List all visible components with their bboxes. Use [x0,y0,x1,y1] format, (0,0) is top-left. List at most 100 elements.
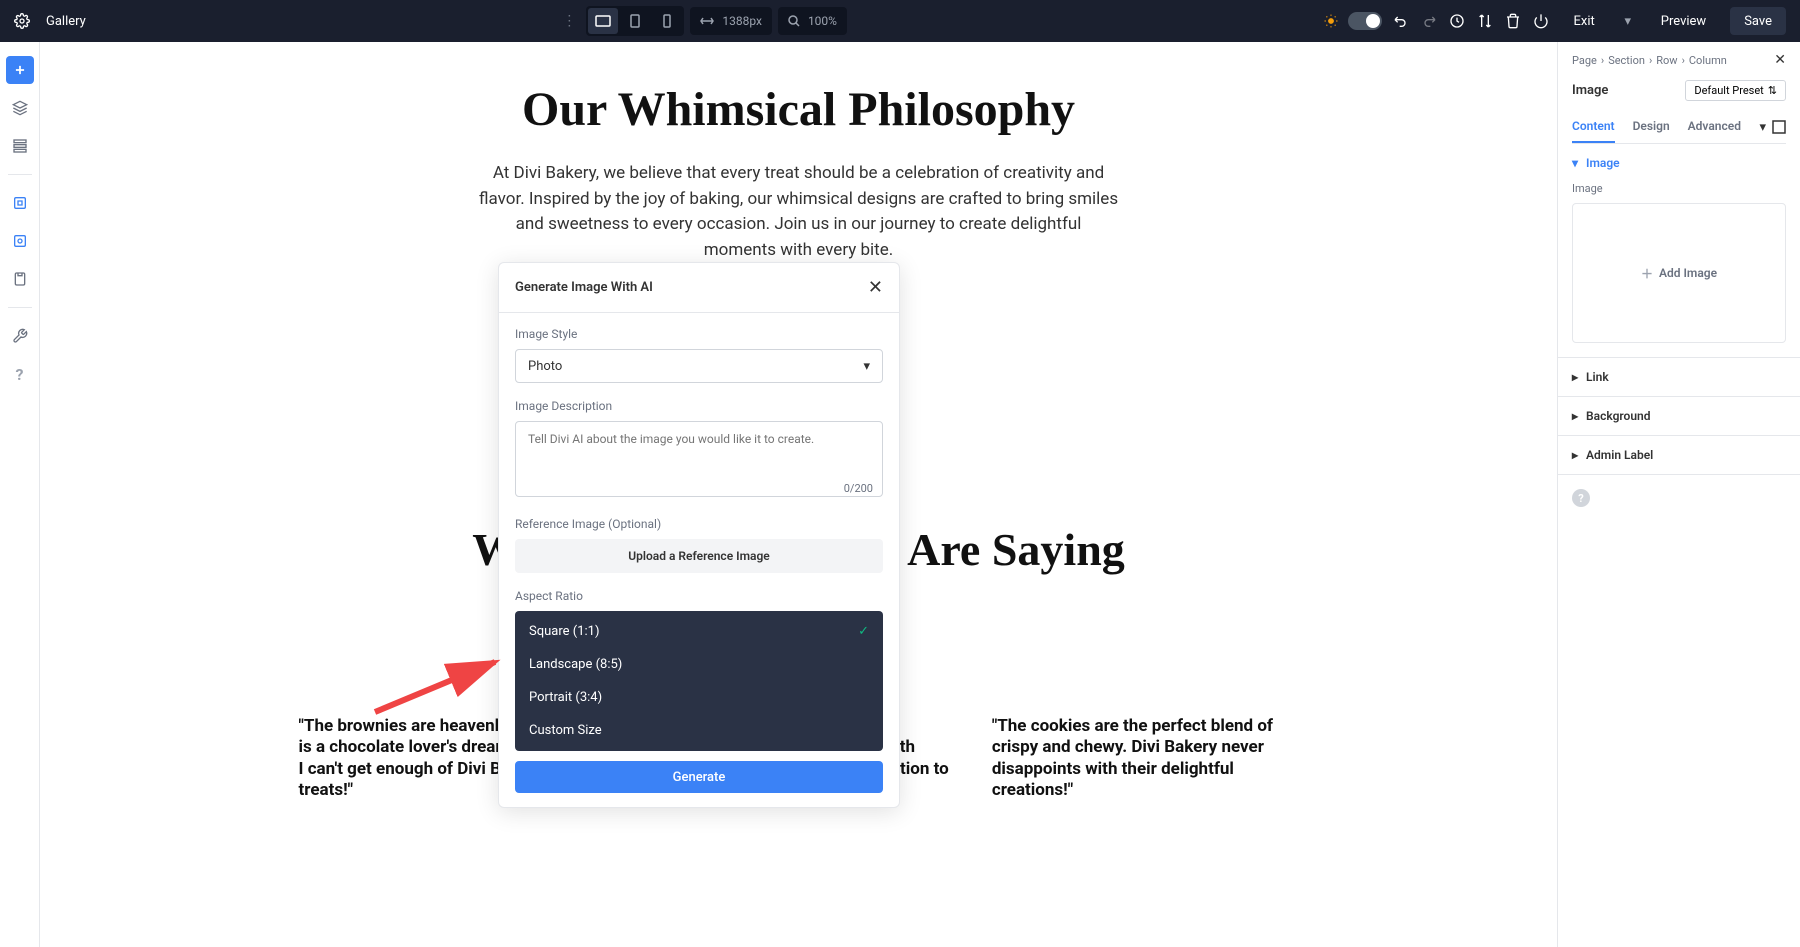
tab-advanced[interactable]: Advanced [1688,111,1741,143]
accordion-image-header[interactable]: ▾ Image [1558,144,1800,182]
panel-header-row: Image Default Preset ⇅ [1572,80,1786,101]
aspect-ratio-dropdown: Square (1:1) ✓ Landscape (8:5) Portrait … [515,611,883,751]
close-icon[interactable]: ✕ [1774,52,1786,68]
panel-title: Image [1572,83,1608,98]
zoom-input[interactable]: 100% [778,7,847,35]
topbar-left: Gallery [0,13,86,29]
image-style-value: Photo [528,359,562,374]
testimonial-3[interactable]: "The cookies are the perfect blend of cr… [992,716,1299,801]
rail-divider [8,174,32,175]
accordion-image-body: Image ＋ Add Image [1558,182,1800,357]
image-style-select[interactable]: Photo ▾ [515,349,883,383]
generate-button[interactable]: Generate [515,761,883,793]
tab-content[interactable]: Content [1572,111,1615,143]
drag-handle-icon[interactable]: ⋮ [562,13,576,29]
chevron-right-icon: ▸ [1572,409,1578,423]
tab-design[interactable]: Design [1633,111,1670,143]
bc-section[interactable]: Section [1608,54,1645,67]
bc-page[interactable]: Page [1572,54,1597,67]
accordion-admin-header[interactable]: ▸ Admin Label [1558,436,1800,474]
device-toggle [586,6,684,36]
canvas-width-input[interactable]: 1388px [690,7,772,35]
power-icon[interactable] [1532,12,1550,30]
gear-icon[interactable] [14,13,30,29]
redo-icon[interactable] [1420,12,1438,30]
paragraph-philosophy[interactable]: At Divi Bakery, we believe that every tr… [479,161,1119,263]
generate-image-modal: Generate Image With AI ✕ Image Style Pho… [498,262,900,808]
chevron-right-icon: ▸ [1572,370,1578,384]
accordion-background: ▸ Background [1558,397,1800,436]
chevron-down-icon: ▾ [863,359,870,374]
exit-dropdown-icon[interactable]: ▾ [1619,7,1637,35]
upload-reference-button[interactable]: Upload a Reference Image [515,539,883,573]
history-icon[interactable] [1448,12,1466,30]
device-desktop-button[interactable] [588,8,618,34]
left-rail: ? [0,42,40,947]
preset-button[interactable]: Default Preset ⇅ [1685,80,1786,101]
ai-button-1[interactable] [6,189,34,217]
rail-divider [8,307,32,308]
topbar-center: ⋮ 1388px 100% [86,6,1324,36]
bc-row[interactable]: Row [1656,54,1677,67]
description-textarea[interactable] [515,421,883,497]
undo-icon[interactable] [1392,12,1410,30]
theme-toggle[interactable] [1348,12,1382,30]
topbar: Gallery ⋮ 1388px 100% [0,0,1800,42]
exit-button[interactable]: Exit [1560,7,1609,35]
ai-button-2[interactable] [6,227,34,255]
accordion-background-header[interactable]: ▸ Background [1558,397,1800,435]
heading-philosophy[interactable]: Our Whimsical Philosophy [299,82,1299,137]
accordion-link-header[interactable]: ▸ Link [1558,358,1800,396]
help-icon[interactable]: ? [1572,489,1590,507]
reference-label: Reference Image (Optional) [515,517,883,531]
aspect-ratio-label: Aspect Ratio [515,589,883,603]
accordion-admin: ▸ Admin Label [1558,436,1800,475]
device-phone-button[interactable] [652,8,682,34]
device-tablet-button[interactable] [620,8,650,34]
trash-icon[interactable] [1504,12,1522,30]
tab-extras: ▾ [1759,111,1786,143]
chevron-right-icon: ▸ [1572,448,1578,462]
preset-icon: ⇅ [1768,84,1777,97]
main: ? Our Whimsical Philosophy At Divi Baker… [0,42,1800,947]
theme-icon [1324,14,1338,28]
zoom-value: 100% [808,14,837,28]
aspect-option-square[interactable]: Square (1:1) ✓ [515,615,883,648]
sort-icon[interactable] [1476,12,1494,30]
accordion-link: ▸ Link [1558,358,1800,397]
canvas-wrap: Our Whimsical Philosophy At Divi Bakery,… [40,42,1558,947]
aspect-option-portrait[interactable]: Portrait (3:4) [515,681,883,714]
width-value: 1388px [722,14,762,28]
aspect-option-custom[interactable]: Custom Size [515,714,883,747]
char-count: 0/200 [844,482,873,495]
panel-top: Page› Section› Row› Column ✕ Image Defau… [1558,42,1800,144]
chevron-down-icon[interactable]: ▾ [1759,120,1766,135]
panel-footer: ? [1558,475,1800,521]
chevron-down-icon: ▾ [1572,156,1578,170]
add-image-button[interactable]: ＋ Add Image [1572,203,1786,343]
tabs: Content Design Advanced ▾ [1572,111,1786,144]
expand-icon[interactable] [1772,120,1786,134]
page-title: Gallery [46,14,86,29]
sections-button[interactable] [6,132,34,160]
plus-icon: ＋ [1641,265,1653,282]
image-style-label: Image Style [515,327,883,341]
modal-title: Generate Image With AI [515,280,653,295]
close-icon[interactable]: ✕ [868,277,883,298]
bc-column[interactable]: Column [1689,54,1727,67]
description-label: Image Description [515,399,883,413]
tools-button[interactable] [6,322,34,350]
save-button[interactable]: Save [1730,7,1786,35]
accordion-image: ▾ Image Image ＋ Add Image [1558,144,1800,358]
add-element-button[interactable] [6,56,34,84]
preview-button[interactable]: Preview [1647,7,1720,35]
check-icon: ✓ [858,624,869,639]
aspect-option-landscape[interactable]: Landscape (8:5) [515,648,883,681]
settings-panel: Page› Section› Row› Column ✕ Image Defau… [1558,42,1800,947]
modal-header: Generate Image With AI ✕ [499,263,899,313]
topbar-right: Exit ▾ Preview Save [1324,7,1800,35]
layers-button[interactable] [6,94,34,122]
clipboard-button[interactable] [6,265,34,293]
help-button[interactable]: ? [6,360,34,388]
modal-body: Image Style Photo ▾ Image Description 0/… [499,313,899,807]
